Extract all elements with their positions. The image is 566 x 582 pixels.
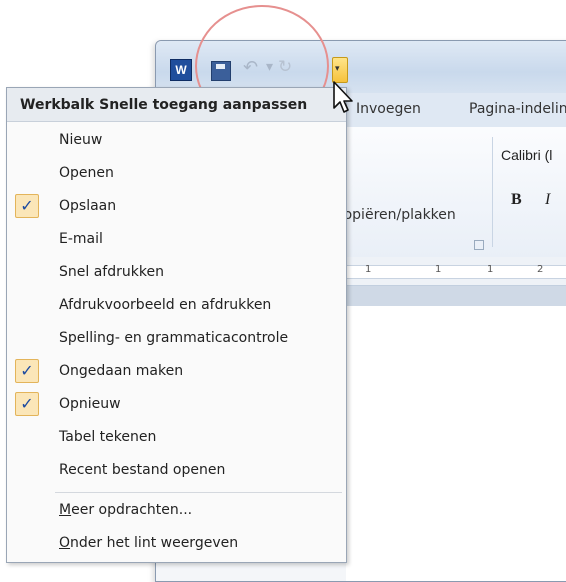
menu-item-opslaan[interactable]: ✓ Opslaan xyxy=(7,191,346,221)
ribbon-group-divider xyxy=(492,137,493,247)
document-page[interactable] xyxy=(346,306,566,581)
word-app-icon[interactable]: W xyxy=(170,59,192,81)
menu-item-label: Nieuw xyxy=(59,132,103,148)
save-icon[interactable] xyxy=(211,61,231,81)
label-rest: eer opdrachten... xyxy=(71,502,193,518)
menu-item-meer-opdrachten[interactable]: Meer opdrachten... xyxy=(7,495,346,525)
menu-title: Werkbalk Snelle toegang aanpassen xyxy=(7,88,346,122)
ruler-bar: 1 1 1 2 xyxy=(346,264,566,279)
ruler-number: 2 xyxy=(537,264,544,275)
tab-pagina-indeling[interactable]: Pagina-indeling xyxy=(469,101,566,117)
menu-item-label: Tabel tekenen xyxy=(59,429,157,445)
menu-item-spelling[interactable]: Spelling- en grammaticacontrole xyxy=(7,323,346,353)
bold-button[interactable]: B xyxy=(511,191,522,209)
menu-divider xyxy=(55,492,342,493)
checkmark-icon: ✓ xyxy=(15,194,39,218)
menu-item-afdrukvoorbeeld[interactable]: Afdrukvoorbeeld en afdrukken xyxy=(7,290,346,320)
menu-item-ongedaan-maken[interactable]: ✓ Ongedaan maken xyxy=(7,356,346,386)
dialog-launcher-icon[interactable] xyxy=(474,240,484,250)
redo-icon[interactable]: ↻ xyxy=(278,57,292,77)
menu-item-snel-afdrukken[interactable]: Snel afdrukken xyxy=(7,257,346,287)
checkmark-icon: ✓ xyxy=(15,392,39,416)
menu-item-opnieuw[interactable]: ✓ Opnieuw xyxy=(7,389,346,419)
ruler-number: 1 xyxy=(487,264,494,275)
menu-item-label: Recent bestand openen xyxy=(59,462,226,478)
menu-item-label: E-mail xyxy=(59,231,103,247)
menu-item-label: Ongedaan maken xyxy=(59,363,184,379)
menu-item-label: Opslaan xyxy=(59,198,117,214)
chevron-down-icon: ▾ xyxy=(335,64,340,74)
menu-item-recent-bestand[interactable]: Recent bestand openen xyxy=(7,455,346,485)
menu-item-email[interactable]: E-mail xyxy=(7,224,346,254)
menu-item-label: Opnieuw xyxy=(59,396,121,412)
undo-icon[interactable]: ↶ xyxy=(243,57,258,78)
title-bar: W ↶ ▾ ↻ ▾ xyxy=(156,41,566,93)
menu-item-openen[interactable]: Openen xyxy=(7,158,346,188)
undo-dropdown-icon[interactable]: ▾ xyxy=(266,59,273,75)
access-key: O xyxy=(59,535,71,551)
ruler-number: 1 xyxy=(365,264,372,275)
menu-item-label: Snel afdrukken xyxy=(59,264,164,280)
italic-button[interactable]: I xyxy=(545,191,550,209)
menu-item-nieuw[interactable]: Nieuw xyxy=(7,125,346,155)
menu-item-label: Onder het lint weergeven xyxy=(59,535,238,551)
clipboard-group-label: kopiëren/plakken xyxy=(336,207,456,223)
menu-title-text: Werkbalk Snelle toegang aanpassen xyxy=(20,97,308,113)
qat-customize-menu: Werkbalk Snelle toegang aanpassen Nieuw … xyxy=(6,87,347,563)
label-rest: nder het lint weergeven xyxy=(70,535,239,551)
font-name-box[interactable]: Calibri (l xyxy=(501,147,552,163)
menu-item-label: Spelling- en grammaticacontrole xyxy=(59,330,289,346)
mouse-pointer-icon xyxy=(333,81,353,113)
checkmark-icon: ✓ xyxy=(15,359,39,383)
menu-item-tabel-tekenen[interactable]: Tabel tekenen xyxy=(7,422,346,452)
ruler-number: 1 xyxy=(435,264,442,275)
tab-invoegen[interactable]: Invoegen xyxy=(356,101,421,117)
menu-item-onder-lint[interactable]: Onder het lint weergeven xyxy=(7,528,346,558)
menu-item-label: Meer opdrachten... xyxy=(59,502,192,518)
menu-item-label: Openen xyxy=(59,165,114,181)
access-key: M xyxy=(59,502,72,518)
menu-item-label: Afdrukvoorbeeld en afdrukken xyxy=(59,297,272,313)
